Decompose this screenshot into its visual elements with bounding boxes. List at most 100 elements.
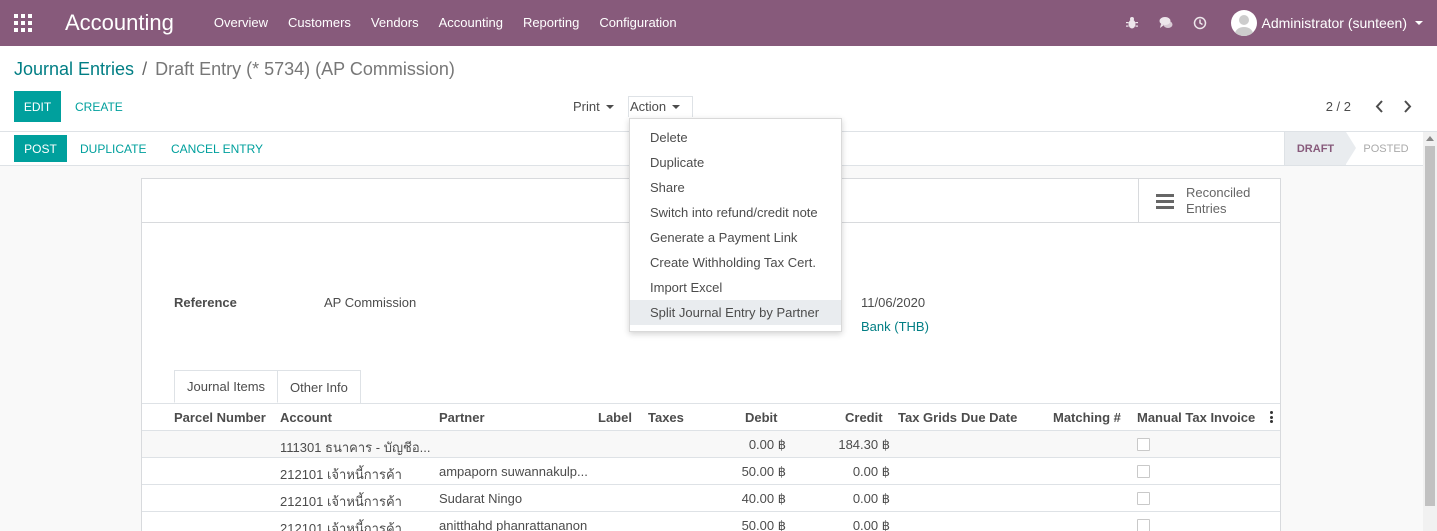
column-taxes[interactable]: Taxes xyxy=(648,410,684,425)
action-delete[interactable]: Delete xyxy=(630,125,841,150)
table-row[interactable]: 212101 เจ้าหนี้การค้า Sudarat Ningo 40.0… xyxy=(142,485,1280,512)
chat-icon[interactable] xyxy=(1149,0,1183,46)
date-field[interactable]: 11/06/2020 xyxy=(861,295,925,310)
manual-tax-invoice-checkbox[interactable] xyxy=(1137,465,1150,478)
chevron-right-icon xyxy=(1403,99,1411,113)
chevron-down-icon xyxy=(672,104,681,109)
menu-item-reporting[interactable]: Reporting xyxy=(513,0,589,46)
user-menu[interactable]: Administrator (sunteen) xyxy=(1231,10,1423,36)
stage-draft: DRAFT xyxy=(1284,132,1346,165)
cell-partner: ampaporn suwannakulp... xyxy=(439,464,588,479)
scroll-up-icon[interactable] xyxy=(1426,136,1434,141)
main-menu: Overview Customers Vendors Accounting Re… xyxy=(204,0,687,46)
column-manual-tax-invoice[interactable]: Manual Tax Invoice xyxy=(1137,410,1255,425)
stage-arrow xyxy=(1346,132,1356,164)
column-label[interactable]: Label xyxy=(598,410,632,425)
apps-menu-icon[interactable] xyxy=(0,0,46,46)
column-due-date[interactable]: Due Date xyxy=(961,410,1017,425)
column-debit[interactable]: Debit xyxy=(745,410,778,425)
action-generate-payment-link[interactable]: Generate a Payment Link xyxy=(630,225,841,250)
post-button[interactable]: POST xyxy=(14,135,67,162)
create-button[interactable]: CREATE xyxy=(75,91,123,122)
breadcrumb-separator: / xyxy=(142,59,148,79)
breadcrumb-current: Draft Entry (* 5734) (AP Commission) xyxy=(155,59,455,79)
cell-debit: 50.00 ฿ xyxy=(741,518,786,531)
action-duplicate[interactable]: Duplicate xyxy=(630,150,841,175)
action-create-withholding-tax-cert[interactable]: Create Withholding Tax Cert. xyxy=(630,250,841,275)
table-row[interactable]: 212101 เจ้าหนี้การค้า anitthahd phanratt… xyxy=(142,512,1280,531)
chevron-left-icon xyxy=(1375,99,1383,113)
tab-journal-items[interactable]: Journal Items xyxy=(174,370,279,403)
user-name: Administrator (sunteen) xyxy=(1261,15,1407,31)
app-title[interactable]: Accounting xyxy=(65,10,174,36)
table-row[interactable]: 212101 เจ้าหนี้การค้า ampaporn suwannaku… xyxy=(142,458,1280,485)
cell-debit: 0.00 ฿ xyxy=(748,437,786,452)
menu-item-configuration[interactable]: Configuration xyxy=(589,0,686,46)
next-record-button[interactable] xyxy=(1399,96,1415,116)
column-parcel-number[interactable]: Parcel Number xyxy=(174,410,266,425)
action-split-journal-entry[interactable]: Split Journal Entry by Partner xyxy=(630,300,841,325)
print-dropdown[interactable]: Print xyxy=(573,99,614,114)
stage-posted[interactable]: POSTED xyxy=(1360,132,1412,165)
journal-field[interactable]: Bank (THB) xyxy=(861,319,929,334)
menu-item-overview[interactable]: Overview xyxy=(204,0,278,46)
duplicate-button[interactable]: DUPLICATE xyxy=(80,135,146,162)
reference-field[interactable]: AP Commission xyxy=(324,295,416,310)
action-label: Action xyxy=(630,99,667,114)
chevron-down-icon xyxy=(605,104,614,109)
previous-record-button[interactable] xyxy=(1371,96,1387,116)
table-row[interactable]: 111301 ธนาคาร - บัญชีอ... 0.00 ฿ 184.30 … xyxy=(142,431,1280,458)
menu-item-customers[interactable]: Customers xyxy=(278,0,361,46)
cell-account: 212101 เจ้าหนี้การค้า xyxy=(280,494,402,509)
avatar xyxy=(1231,10,1258,36)
pager-value[interactable]: 2 / 2 xyxy=(1326,99,1351,114)
cell-account: 212101 เจ้าหนี้การค้า xyxy=(280,521,402,531)
manual-tax-invoice-checkbox[interactable] xyxy=(1137,438,1150,451)
cell-debit: 40.00 ฿ xyxy=(741,491,786,506)
action-dropdown-menu: Delete Duplicate Share Switch into refun… xyxy=(629,118,842,332)
cell-debit: 50.00 ฿ xyxy=(741,464,786,479)
bars-icon xyxy=(1156,191,1174,212)
breadcrumb: Journal Entries / Draft Entry (* 5734) (… xyxy=(14,59,455,80)
scroll-thumb[interactable] xyxy=(1425,146,1435,506)
menu-item-accounting[interactable]: Accounting xyxy=(429,0,513,46)
chevron-down-icon xyxy=(1415,21,1423,25)
tab-other-info[interactable]: Other Info xyxy=(278,370,361,403)
notebook-tabs: Journal Items Other Info xyxy=(174,370,361,403)
reference-label: Reference xyxy=(174,295,237,310)
cell-credit: 0.00 ฿ xyxy=(852,464,890,479)
print-label: Print xyxy=(573,99,600,114)
systray: Administrator (sunteen) xyxy=(1115,0,1437,46)
cell-account: 111301 ธนาคาร - บัญชีอ... xyxy=(280,440,430,455)
reconciled-label-line2: Entries xyxy=(1186,201,1227,216)
page-scrollbar[interactable] xyxy=(1423,132,1437,531)
column-credit[interactable]: Credit xyxy=(845,410,883,425)
action-share[interactable]: Share xyxy=(630,175,841,200)
column-partner[interactable]: Partner xyxy=(439,410,485,425)
action-import-excel[interactable]: Import Excel xyxy=(630,275,841,300)
manual-tax-invoice-checkbox[interactable] xyxy=(1137,492,1150,505)
column-matching[interactable]: Matching # xyxy=(1053,410,1121,425)
optional-columns-icon[interactable] xyxy=(1270,411,1273,425)
top-navbar: Accounting Overview Customers Vendors Ac… xyxy=(0,0,1437,46)
cell-credit: 184.30 ฿ xyxy=(838,437,890,452)
manual-tax-invoice-checkbox[interactable] xyxy=(1137,519,1150,531)
cancel-entry-button[interactable]: CANCEL ENTRY xyxy=(171,135,263,162)
cell-partner: anitthahd phanrattananon xyxy=(439,518,588,531)
column-tax-grids[interactable]: Tax Grids xyxy=(898,410,957,425)
reconciled-entries-label: Reconciled Entries xyxy=(1186,185,1276,217)
cell-credit: 0.00 ฿ xyxy=(852,491,890,506)
cell-partner: Sudarat Ningo xyxy=(439,491,523,506)
action-switch-refund[interactable]: Switch into refund/credit note xyxy=(630,200,841,225)
edit-button[interactable]: EDIT xyxy=(14,91,61,122)
cell-account: 212101 เจ้าหนี้การค้า xyxy=(280,467,402,482)
reconciled-label-line1: Reconciled xyxy=(1186,185,1251,200)
table-header: Parcel Number Account Partner Label Taxe… xyxy=(142,404,1280,431)
breadcrumb-journal-entries[interactable]: Journal Entries xyxy=(14,59,134,80)
column-account[interactable]: Account xyxy=(280,410,332,425)
menu-item-vendors[interactable]: Vendors xyxy=(361,0,429,46)
clock-icon[interactable] xyxy=(1183,0,1217,46)
bug-icon[interactable] xyxy=(1115,0,1149,46)
action-dropdown[interactable]: Action xyxy=(630,99,681,114)
reconciled-entries-button[interactable]: Reconciled Entries xyxy=(1138,179,1280,223)
